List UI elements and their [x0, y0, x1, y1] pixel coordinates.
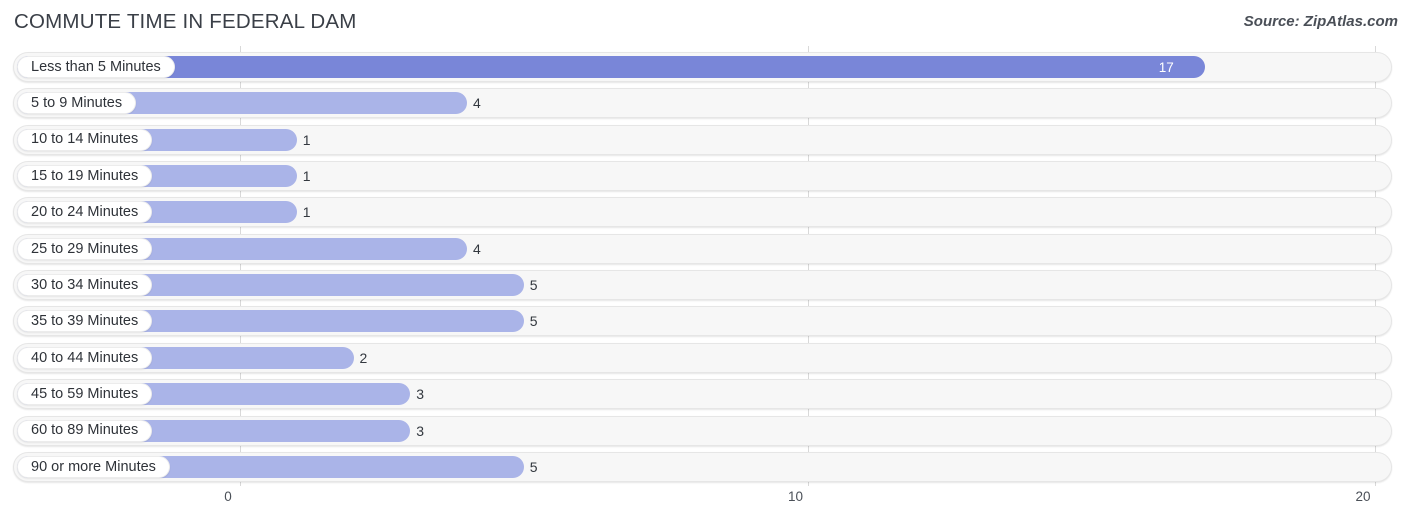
bar-row[interactable]: 35 to 39 Minutes 5 — [13, 306, 1392, 337]
category-label: 40 to 44 Minutes — [31, 349, 139, 366]
category-label-pill: 40 to 44 Minutes — [17, 346, 153, 369]
bar-rows: Less than 5 Minutes 17 5 to 9 Minutes 4 10 t… — [0, 46, 1406, 486]
category-label: Less than 5 Minutes — [31, 58, 161, 75]
category-label: 25 to 29 Minutes — [31, 240, 139, 257]
category-label: 15 to 19 Minutes — [31, 167, 139, 184]
bar-row[interactable]: 45 to 59 Minutes 3 — [13, 379, 1392, 410]
bar-value-label: 5 — [529, 458, 538, 475]
bar-value-label: 5 — [529, 277, 538, 294]
bar-value-label: 17 — [1158, 59, 1174, 75]
bar-row[interactable]: 25 to 29 Minutes 4 — [13, 233, 1392, 264]
bar-value-label: 1 — [302, 204, 311, 221]
x-tick-label: 0 — [224, 489, 232, 504]
category-label-pill: 15 to 19 Minutes — [17, 165, 153, 188]
category-label: 10 to 14 Minutes — [31, 131, 139, 148]
category-label-pill: 10 to 14 Minutes — [17, 128, 153, 151]
category-label-pill: 5 to 9 Minutes — [17, 92, 137, 115]
category-label-pill: 25 to 29 Minutes — [17, 237, 153, 260]
bar-row[interactable]: 15 to 19 Minutes 1 — [13, 161, 1392, 192]
bar-value-label: 5 — [529, 313, 538, 330]
category-label-pill: 60 to 89 Minutes — [17, 419, 153, 442]
category-label-pill: 45 to 59 Minutes — [17, 383, 153, 406]
chart-plot-area: Less than 5 Minutes 17 5 to 9 Minutes 4 10 t… — [0, 46, 1406, 486]
x-axis: 0 10 20 — [0, 486, 1406, 523]
category-label: 35 to 39 Minutes — [31, 313, 139, 330]
category-label-pill: 90 or more Minutes — [17, 455, 170, 478]
bar-row[interactable]: 40 to 44 Minutes 2 — [13, 342, 1392, 373]
bar-row[interactable]: Less than 5 Minutes 17 — [13, 52, 1392, 82]
category-label-pill: 35 to 39 Minutes — [17, 310, 153, 333]
bar-value-label: 3 — [416, 386, 425, 403]
category-label: 20 to 24 Minutes — [31, 204, 139, 221]
bar-row[interactable]: 90 or more Minutes 5 — [13, 451, 1392, 482]
page-title: COMMUTE TIME IN FEDERAL DAM — [14, 10, 357, 33]
bar-value-label: 1 — [302, 131, 311, 148]
bar-value-label: 3 — [416, 422, 425, 439]
bar-row[interactable]: 30 to 34 Minutes 5 — [13, 270, 1392, 301]
chart-header: COMMUTE TIME IN FEDERAL DAM Source: ZipA… — [0, 0, 1406, 46]
category-label-pill: 30 to 34 Minutes — [17, 274, 153, 297]
bar-row[interactable]: 10 to 14 Minutes 1 — [13, 124, 1392, 155]
category-label: 5 to 9 Minutes — [31, 95, 123, 112]
category-label: 60 to 89 Minutes — [31, 422, 139, 439]
bar-value-label: 1 — [302, 168, 311, 185]
x-tick-label: 20 — [1355, 489, 1371, 504]
x-tick-label: 10 — [787, 489, 804, 504]
bar-value-label: 4 — [473, 95, 481, 112]
bar-row[interactable]: 20 to 24 Minutes 1 — [13, 197, 1392, 228]
category-label-pill: 20 to 24 Minutes — [17, 201, 153, 224]
category-label: 30 to 34 Minutes — [31, 276, 139, 293]
bar-value-label: 4 — [473, 240, 481, 257]
category-label: 90 or more Minutes — [31, 458, 156, 475]
bar-value-label: 2 — [359, 349, 368, 366]
category-label-pill: Less than 5 Minutes — [17, 56, 175, 78]
source-attribution: Source: ZipAtlas.com — [1243, 13, 1398, 30]
bar-row[interactable]: 60 to 89 Minutes 3 — [13, 415, 1392, 446]
category-label: 45 to 59 Minutes — [31, 385, 139, 402]
bar-fill — [17, 56, 1205, 78]
bar-row[interactable]: 5 to 9 Minutes 4 — [13, 88, 1392, 119]
